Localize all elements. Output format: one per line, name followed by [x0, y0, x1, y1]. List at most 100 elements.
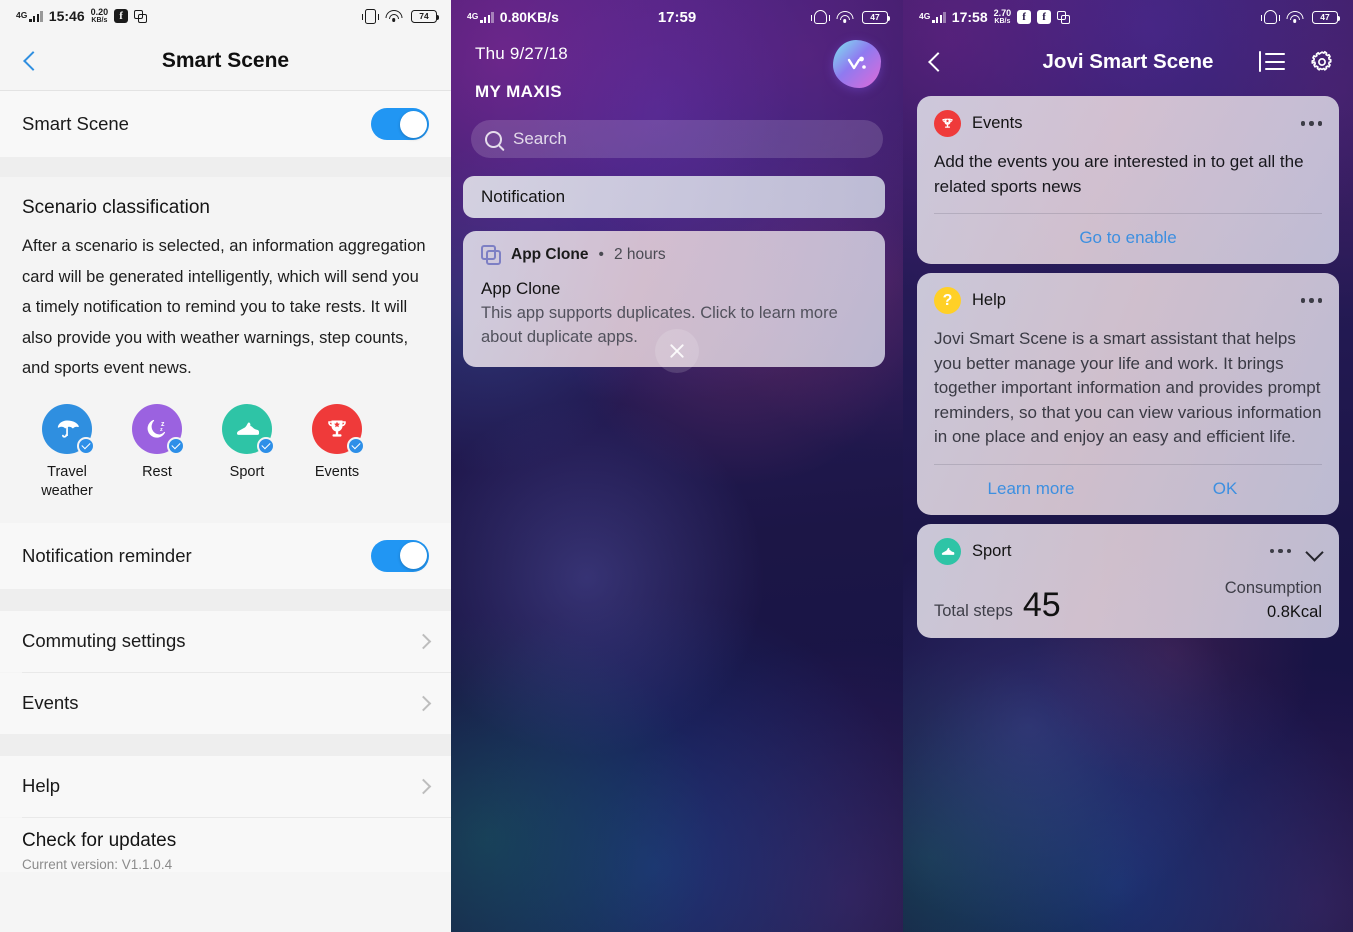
shoe-icon: [934, 537, 961, 565]
close-shade-button[interactable]: [655, 329, 699, 373]
app-clone-icon: [134, 9, 148, 23]
commuting-settings-row[interactable]: Commuting settings: [0, 610, 451, 672]
section-gap: [0, 588, 451, 611]
gear-icon[interactable]: [1309, 49, 1335, 75]
page-title: Smart Scene: [161, 49, 290, 72]
list-icon[interactable]: [1259, 51, 1285, 73]
notification-reminder-row[interactable]: Notification reminder: [0, 522, 451, 589]
chevron-right-icon: [415, 695, 432, 711]
clock-label: 15:46: [48, 8, 85, 24]
smart-scene-settings-panel: 4G 15:46 0.20 KB/s f 74 Smart Scene Smar…: [0, 0, 451, 932]
status-bar: 4G 0.80KB/s 17:59 47: [451, 0, 903, 34]
card-title: Help: [972, 291, 1006, 309]
scenario-classification-section: Scenario classification After a scenario…: [0, 177, 451, 388]
jovi-blob-icon[interactable]: [833, 40, 881, 88]
shoe-icon: [222, 403, 275, 455]
facebook-icon: f: [114, 9, 129, 23]
section-description: After a scenario is selected, an informa…: [22, 237, 426, 377]
date-label: Thu 9/27/18: [475, 44, 568, 63]
help-label: Help: [22, 775, 61, 796]
wifi-icon: [836, 11, 853, 23]
section-gap: [0, 157, 451, 177]
carrier-label: MY MAXIS: [475, 82, 562, 101]
scenario-label: Events: [314, 463, 360, 480]
more-options-icon[interactable]: [1300, 294, 1322, 307]
facebook-icon: f: [1017, 10, 1032, 24]
search-icon: [485, 130, 502, 148]
ok-button[interactable]: OK: [1128, 465, 1322, 515]
card-help[interactable]: ? Help Jovi Smart Scene is a smart assis…: [917, 273, 1339, 515]
card-title: Events: [972, 114, 1023, 132]
card-sport[interactable]: Sport Total steps 45 Consumption 0.8Kcal: [917, 523, 1339, 638]
events-label: Events: [22, 692, 79, 713]
smart-scene-master-row[interactable]: Smart Scene: [0, 91, 451, 157]
notification-group-header[interactable]: Notification: [463, 176, 885, 218]
notification-reminder-label: Notification reminder: [22, 544, 192, 566]
battery-icon: 74: [411, 9, 440, 23]
status-bar: 4G 15:46 0.20 KB/s f 74: [0, 0, 451, 32]
card-title: Sport: [972, 541, 1012, 560]
search-placeholder: Search: [513, 129, 567, 148]
checked-badge: [257, 436, 275, 455]
umbrella-icon: [42, 403, 95, 455]
consumption-value: 0.8Kcal: [1266, 602, 1322, 621]
notification-app-name: App Clone: [511, 246, 589, 263]
battery-icon: 47: [862, 10, 891, 24]
jovi-smart-scene-panel: 4G 17:58 2.70 KB/s f f 47 Jovi Smart Sce…: [903, 0, 1353, 932]
scenario-travel-weather[interactable]: Travel weather: [22, 403, 112, 501]
navigation-bar: Smart Scene: [0, 32, 451, 91]
events-row[interactable]: Events: [0, 672, 451, 734]
svg-text:z: z: [160, 427, 163, 433]
smart-scene-toggle[interactable]: [371, 108, 429, 140]
notification-separator: •: [598, 246, 604, 263]
wifi-icon: [1286, 11, 1303, 23]
total-steps-label: Total steps: [934, 601, 1013, 620]
notification-shade-panel: 4G 0.80KB/s 17:59 47 Thu 9/27/18 MY MAXI…: [451, 0, 903, 932]
question-icon: ?: [934, 287, 961, 314]
search-input[interactable]: Search: [471, 120, 883, 158]
help-row[interactable]: Help: [0, 755, 451, 817]
more-options-icon[interactable]: [1269, 545, 1291, 558]
chevron-down-icon[interactable]: [1307, 544, 1322, 559]
notification-reminder-toggle[interactable]: [371, 539, 429, 572]
scenario-label: Rest: [142, 463, 172, 480]
scenario-label: Travel weather: [41, 463, 93, 499]
vibrate-icon: [362, 8, 379, 24]
app-clone-icon: [481, 245, 501, 265]
go-to-enable-button[interactable]: Go to enable: [934, 214, 1322, 264]
scenario-label: Sport: [229, 463, 265, 480]
checked-badge: [167, 436, 185, 455]
card-body: Jovi Smart Scene is a smart assistant th…: [934, 329, 1322, 446]
total-steps-value: 45: [1022, 585, 1061, 624]
trophy-icon: [934, 110, 961, 137]
back-button[interactable]: [925, 52, 945, 72]
checked-badge: [77, 436, 95, 455]
bell-muted-icon: [1261, 10, 1280, 24]
current-version-label: Current version: V1.1.0.4: [22, 856, 173, 872]
checked-badge: [347, 436, 365, 455]
card-body: Add the events you are interested in to …: [934, 152, 1304, 196]
commuting-settings-label: Commuting settings: [22, 630, 186, 651]
scenario-rest[interactable]: zz Rest: [112, 403, 202, 501]
chevron-right-icon: [415, 778, 432, 794]
section-title: Scenario classification: [22, 197, 210, 218]
signal-icon: 4G: [919, 11, 946, 23]
scenario-sport[interactable]: Sport: [202, 403, 292, 501]
scenario-events[interactable]: Events: [292, 403, 382, 501]
notification-time: 2 hours: [613, 246, 666, 263]
app-clone-icon: [1057, 10, 1071, 24]
more-options-icon[interactable]: [1300, 117, 1322, 130]
back-button[interactable]: [20, 51, 40, 71]
moon-sleep-icon: zz: [132, 403, 185, 455]
notification-title: App Clone: [481, 279, 561, 298]
learn-more-button[interactable]: Learn more: [934, 465, 1128, 515]
battery-icon: 47: [1312, 10, 1341, 24]
sport-stats: Total steps 45 Consumption 0.8Kcal: [934, 565, 1322, 638]
chevron-right-icon: [415, 633, 432, 649]
card-events[interactable]: Events Add the events you are interested…: [917, 96, 1339, 264]
check-for-updates-row[interactable]: Check for updates Current version: V1.1.…: [0, 817, 451, 872]
smart-scene-label: Smart Scene: [22, 113, 129, 134]
notification-group-label: Notification: [481, 187, 566, 206]
scenario-list: Travel weather zz Rest Sport Events: [0, 387, 451, 523]
consumption-label: Consumption: [1224, 578, 1322, 597]
